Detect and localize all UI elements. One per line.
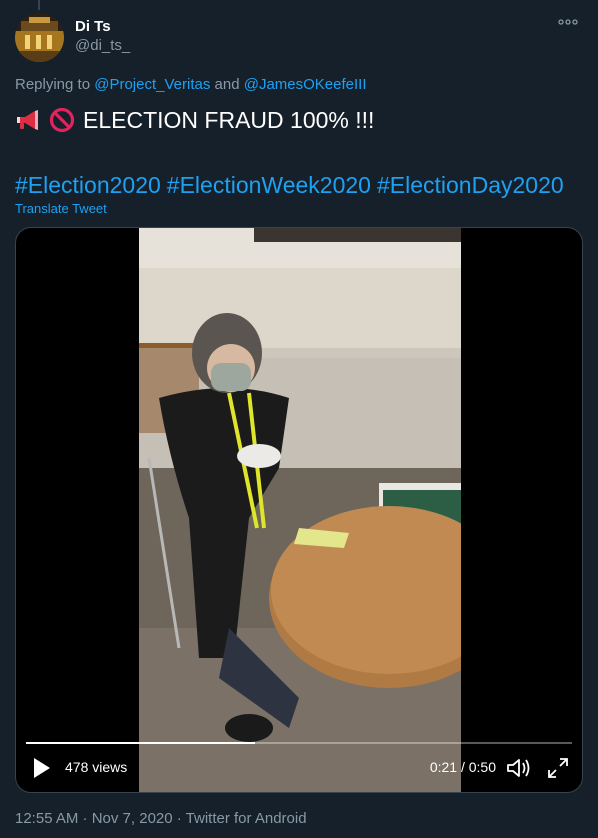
author-display-name[interactable]: Di Ts <box>75 18 130 36</box>
tweet-main-text: ELECTION FRAUD 100% !!! <box>83 107 375 133</box>
tweet-source[interactable]: Twitter for Android <box>186 810 307 827</box>
hashtag-electionday2020[interactable]: #ElectionDay2020 <box>377 172 564 198</box>
tweet-meta: 12:55 AM · Nov 7, 2020 · Twitter for And… <box>15 810 307 827</box>
video-still-image <box>139 228 461 792</box>
megaphone-emoji <box>17 110 38 130</box>
mention-jamesokeefeiii[interactable]: @JamesOKeefeIII <box>244 76 367 93</box>
avatar-image <box>15 13 64 62</box>
play-icon[interactable] <box>32 757 52 779</box>
hashtag-election2020[interactable]: #Election2020 <box>15 172 161 198</box>
view-count: 478 views <box>65 759 128 775</box>
video-time: 0:21 / 0:50 <box>429 759 496 775</box>
avatar[interactable] <box>15 13 64 62</box>
replying-to: Replying to @Project_Veritas and @JamesO… <box>15 76 367 93</box>
replying-to-conjunction: and <box>214 76 240 93</box>
tweet-header: Di Ts @di_ts_ <box>15 13 583 62</box>
video-controls: 478 views 0:21 / 0:50 <box>16 744 582 792</box>
tweet-text: ELECTION FRAUD 100% !!! #Election2020 #El… <box>15 104 583 201</box>
mention-project-veritas[interactable]: @Project_Veritas <box>94 76 210 93</box>
meta-separator: · <box>172 810 186 827</box>
volume-icon[interactable] <box>506 757 532 779</box>
more-options-icon[interactable] <box>557 15 581 33</box>
translate-tweet-link[interactable]: Translate Tweet <box>15 201 107 216</box>
author-handle[interactable]: @di_ts_ <box>75 36 130 55</box>
tweet-timestamp[interactable]: 12:55 AM · Nov 7, 2020 <box>15 810 173 827</box>
replying-to-prefix: Replying to <box>15 76 91 93</box>
hashtags: #Election2020 #ElectionWeek2020 #ElectionD… <box>15 169 583 201</box>
video-frame[interactable] <box>139 228 461 792</box>
hashtag-electionweek2020[interactable]: #ElectionWeek2020 <box>167 172 371 198</box>
video-player[interactable]: 478 views 0:21 / 0:50 <box>15 227 583 793</box>
fullscreen-icon[interactable] <box>546 756 570 780</box>
prohibited-emoji <box>49 107 75 133</box>
thread-connector-line <box>38 0 40 10</box>
